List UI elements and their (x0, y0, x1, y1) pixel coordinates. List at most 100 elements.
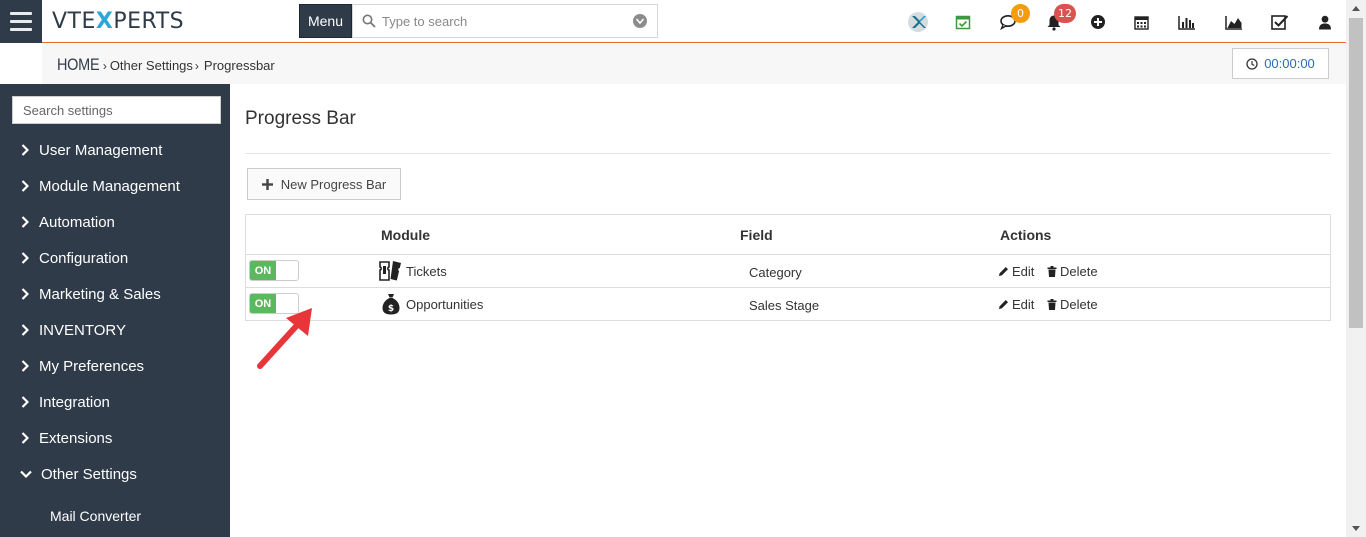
calendar-icon[interactable] (1129, 10, 1153, 34)
sidebar-item-extensions[interactable]: Extensions (0, 420, 230, 456)
scroll-down-arrow-icon[interactable] (1346, 520, 1366, 537)
sidebar-item-user-management[interactable]: User Management (0, 132, 230, 168)
sidebar-item-label: Integration (39, 393, 110, 411)
tickets-icon (379, 260, 403, 282)
sidebar-item-label: Automation (39, 213, 115, 231)
status-toggle[interactable]: ON (249, 260, 299, 281)
clock-icon (1246, 57, 1258, 70)
sidebar-item-module-management[interactable]: Module Management (0, 168, 230, 204)
page-title: Progress Bar (245, 108, 356, 129)
trash-icon (1047, 299, 1057, 310)
edit-action[interactable]: Edit (998, 297, 1034, 312)
chevron-right-icon (19, 396, 31, 408)
column-header-actions: Actions (1000, 227, 1052, 243)
main-content: Progress Bar New Progress Bar Module Fie… (230, 84, 1346, 537)
sidebar-item-inventory[interactable]: INVENTORY (0, 312, 230, 348)
notifications-count-badge: 12 (1054, 4, 1076, 23)
sidebar-item-label: Other Settings (41, 465, 137, 483)
module-cell: Tickets (379, 260, 447, 282)
calendar-check-icon[interactable] (951, 10, 975, 34)
column-header-module: Module (381, 227, 430, 243)
chevron-right-icon (19, 252, 31, 264)
sidebar-item-configuration[interactable]: Configuration (0, 240, 230, 276)
pencil-icon (999, 267, 1008, 276)
notifications-bell-icon[interactable]: 12 (1042, 4, 1076, 34)
edit-action[interactable]: Edit (998, 264, 1034, 279)
table-row: ON $ Opportunities Sales Stage Edit Dele… (246, 287, 1330, 320)
chevron-right-icon (19, 180, 31, 192)
edit-label: Edit (1012, 297, 1035, 312)
scroll-up-arrow-icon[interactable] (1346, 0, 1366, 17)
top-navbar: VTEXPERTS Menu 0 12 (0, 0, 1346, 43)
sidebar-item-label: Extensions (39, 429, 113, 447)
delete-action[interactable]: Delete (1047, 264, 1098, 279)
annotation-arrow-icon (257, 308, 312, 369)
table-header: Module Field Actions (246, 215, 1330, 254)
new-progress-bar-button[interactable]: New Progress Bar (247, 168, 401, 200)
search-icon (362, 14, 376, 28)
sidebar-subitem-mail-converter[interactable]: Mail Converter (0, 498, 230, 534)
sidebar-item-automation[interactable]: Automation (0, 204, 230, 240)
module-name: Opportunities (406, 296, 484, 312)
delete-action[interactable]: Delete (1047, 297, 1098, 312)
breadcrumb-other-settings[interactable]: Other Settings (110, 58, 193, 73)
logo-text-x: X (95, 9, 114, 34)
table-row: ON Tickets Category Edit Delete (246, 254, 1330, 287)
settings-search-input[interactable] (12, 96, 221, 124)
chevron-right-icon (19, 288, 31, 300)
module-name: Tickets (406, 263, 447, 279)
chevron-right-icon (19, 324, 31, 336)
scrollbar-thumb[interactable] (1349, 18, 1363, 328)
delete-label: Delete (1060, 264, 1098, 279)
sidebar-item-integration[interactable]: Integration (0, 384, 230, 420)
column-header-field: Field (740, 227, 773, 243)
page-scrollbar[interactable] (1346, 0, 1366, 537)
timer-value: 00:00:00 (1264, 56, 1315, 71)
trash-icon (1047, 266, 1057, 277)
field-value: Category (749, 265, 802, 280)
reports-bar-chart-icon[interactable] (1175, 10, 1199, 34)
sidebar-item-other-settings[interactable]: Other Settings (0, 456, 230, 492)
hamburger-menu-icon[interactable] (0, 0, 42, 43)
chevron-right-icon (19, 216, 31, 228)
comments-icon[interactable]: 0 (996, 4, 1030, 34)
money-bag-icon: $ (379, 293, 403, 315)
sidebar-item-label: My Preferences (39, 357, 145, 375)
comments-count-badge: 0 (1011, 4, 1030, 23)
tasks-checkbox-icon[interactable] (1268, 10, 1292, 34)
breadcrumb-separator-icon: › (194, 59, 199, 73)
chevron-right-icon (19, 360, 31, 372)
search-filter-dropdown-icon[interactable] (633, 14, 647, 28)
chevron-down-icon (19, 468, 33, 480)
breadcrumb-bar: HOME › Other Settings › Progressbar 00:0… (0, 44, 1346, 84)
delete-label: Delete (1060, 297, 1098, 312)
quick-create-plus-icon[interactable] (1086, 10, 1110, 34)
logo-text-left: VTE (52, 9, 96, 34)
global-search-box (352, 4, 658, 38)
app-logo[interactable]: VTEXPERTS (52, 9, 184, 34)
new-progress-bar-label: New Progress Bar (280, 176, 387, 192)
user-profile-icon[interactable] (1313, 10, 1337, 34)
breadcrumb: HOME › Other Settings › Progressbar (57, 55, 275, 75)
breadcrumb-separator-icon: › (102, 59, 107, 73)
chevron-right-icon (19, 432, 31, 444)
global-search-input[interactable] (382, 11, 622, 31)
sidebar-item-marketing-sales[interactable]: Marketing & Sales (0, 276, 230, 312)
breadcrumb-home[interactable]: HOME (57, 55, 100, 75)
plus-icon (261, 178, 273, 190)
sidebar-item-label: Marketing & Sales (39, 285, 161, 303)
edit-label: Edit (1012, 264, 1035, 279)
area-chart-icon[interactable] (1222, 10, 1246, 34)
vtexperts-x-icon[interactable] (906, 10, 930, 34)
menu-button[interactable]: Menu (299, 4, 352, 38)
chevron-right-icon (19, 144, 31, 156)
sidebar-item-label: User Management (39, 141, 163, 159)
sidebar-item-my-preferences[interactable]: My Preferences (0, 348, 230, 384)
pencil-icon (999, 300, 1008, 309)
field-value: Sales Stage (749, 298, 820, 313)
svg-text:$: $ (388, 304, 394, 314)
settings-menu: User Management Module Management Automa… (0, 132, 230, 534)
sidebar-item-label: Module Management (39, 177, 180, 195)
timer-button[interactable]: 00:00:00 (1232, 48, 1329, 79)
logo-text-right: PERTS (113, 9, 185, 34)
